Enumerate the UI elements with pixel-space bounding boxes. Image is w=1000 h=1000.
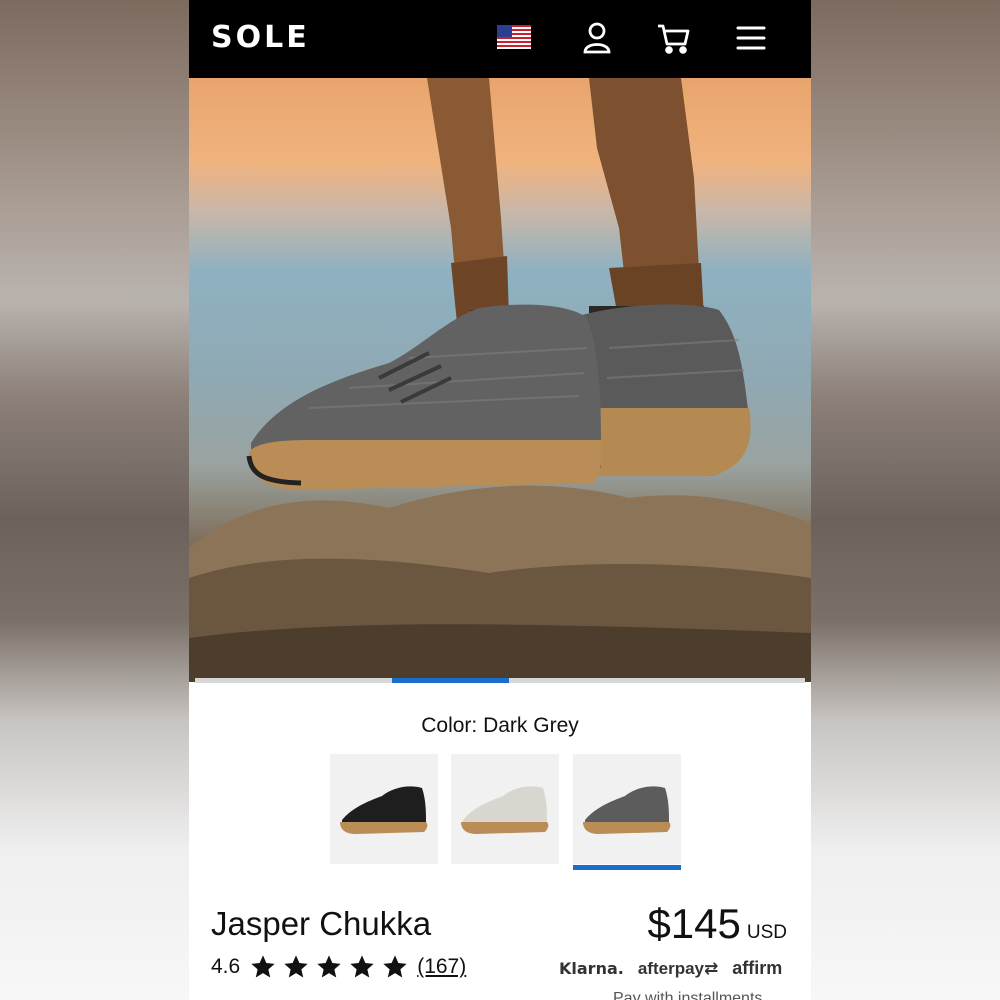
color-label: Color: Dark Grey xyxy=(421,714,579,737)
review-count-link[interactable]: (167) xyxy=(417,955,466,979)
afterpay-arrows-icon: ⇄ xyxy=(703,958,719,978)
swatch-black[interactable] xyxy=(330,754,438,864)
afterpay-logo[interactable]: afterpay⇄ xyxy=(638,959,718,979)
price: $145 USD xyxy=(647,900,787,948)
selected-swatch-indicator xyxy=(573,865,681,870)
account-icon[interactable] xyxy=(577,18,617,58)
menu-icon[interactable] xyxy=(731,18,771,58)
carousel-progress-indicator xyxy=(392,678,509,683)
product-hero-image[interactable] xyxy=(189,78,811,682)
afterpay-label: afterpay xyxy=(637,958,704,978)
cart-icon[interactable] xyxy=(654,18,694,58)
sole-logo[interactable]: SOLE xyxy=(211,20,310,55)
installments-text: Pay with installments xyxy=(613,990,763,1000)
swatch-dark-grey[interactable] xyxy=(573,754,681,864)
payment-options: Klarna. afterpay⇄ affirm xyxy=(559,958,782,979)
star-icon xyxy=(317,955,341,978)
rating-row[interactable]: 4.6 (167) xyxy=(211,952,466,982)
star-icon xyxy=(383,955,407,978)
star-icon xyxy=(350,955,374,978)
mobile-page: SOLE Color: Dark Grey Jasper Chukka 4.6 … xyxy=(189,0,811,1000)
swatch-light-grey[interactable] xyxy=(451,754,559,864)
klarna-logo[interactable]: Klarna. xyxy=(559,959,624,978)
affirm-logo[interactable]: affirm xyxy=(732,958,782,979)
top-navigation-bar: SOLE xyxy=(189,0,811,78)
rating-value: 4.6 xyxy=(211,955,241,978)
star-icon xyxy=(251,955,275,978)
price-amount: $145 xyxy=(647,900,741,947)
price-currency: USD xyxy=(746,922,787,943)
star-icon xyxy=(284,955,308,978)
us-flag-icon[interactable] xyxy=(497,25,531,49)
product-title: Jasper Chukka xyxy=(211,905,432,942)
